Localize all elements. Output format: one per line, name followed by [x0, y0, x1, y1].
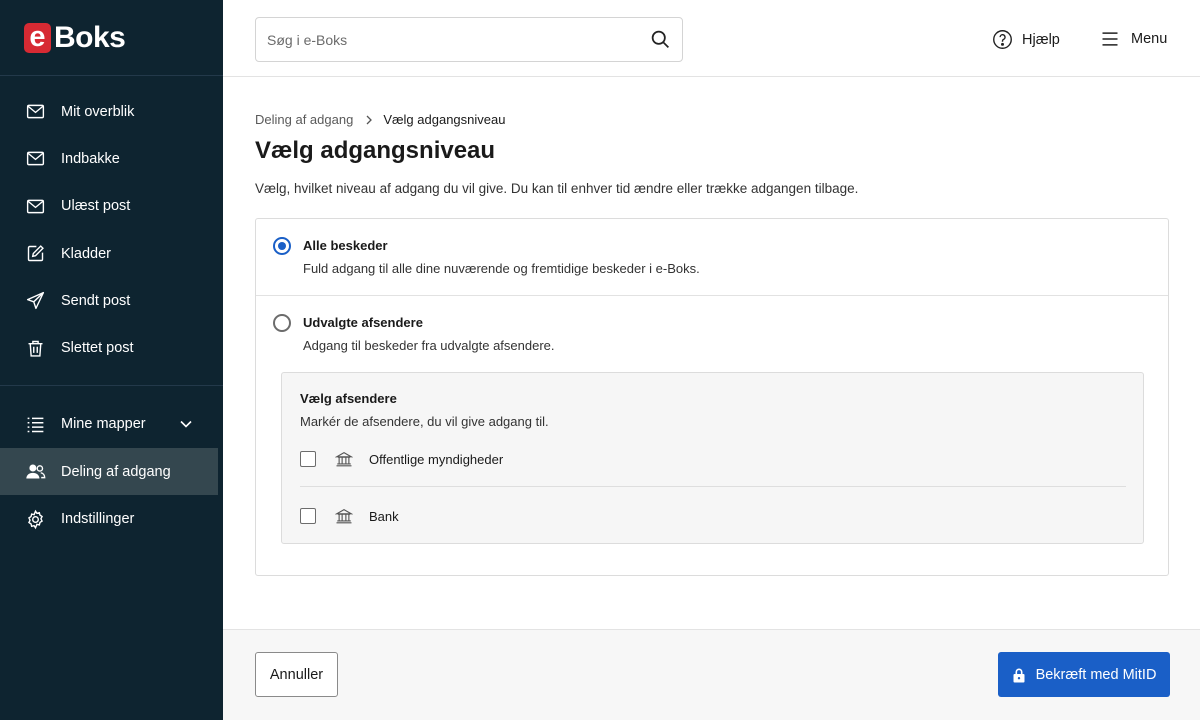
radio-alle-beskeder[interactable]	[273, 237, 291, 255]
users-icon	[24, 461, 46, 483]
help-icon	[993, 30, 1012, 49]
sidebar-item-slettet-post[interactable]: Slettet post	[0, 324, 223, 371]
option-description: Fuld adgang til alle dine nuværende og f…	[303, 261, 700, 276]
sidebar-item-label: Sendt post	[61, 292, 131, 309]
search-input[interactable]	[256, 18, 636, 61]
action-bar: Annuller Bekræft med MitID	[223, 629, 1200, 720]
sidebar-item-indbakke[interactable]: Indbakke	[0, 135, 223, 182]
sidebar-item-label: Kladder	[61, 245, 111, 262]
envelope-icon	[24, 195, 46, 217]
sidebar-item-ulaest-post[interactable]: Ulæst post	[0, 183, 223, 230]
confirm-mitid-button[interactable]: Bekræft med MitID	[998, 652, 1170, 697]
bank-icon	[335, 508, 353, 524]
list-icon	[24, 413, 46, 435]
eboks-logo[interactable]: e Boks	[0, 0, 223, 76]
sidebar: e Boks Mit overblik Indbakke Ulæst post	[0, 0, 223, 720]
sender-row-bank[interactable]: Bank	[300, 496, 1126, 536]
logo-text: Boks	[54, 20, 126, 54]
breadcrumb: Deling af adgang Vælg adgangsniveau	[255, 112, 505, 127]
breadcrumb-link-deling-af-adgang[interactable]: Deling af adgang	[255, 112, 353, 127]
sidebar-item-mine-mapper[interactable]: Mine mapper	[0, 401, 223, 448]
menu-label: Menu	[1131, 31, 1168, 47]
confirm-label: Bekræft med MitID	[1035, 666, 1157, 683]
search-box	[255, 17, 683, 62]
sender-label: Offentlige myndigheder	[369, 452, 504, 467]
sidebar-item-label: Mine mapper	[61, 416, 146, 433]
sidebar-item-mit-overblik[interactable]: Mit overblik	[0, 88, 223, 135]
edit-icon	[24, 243, 46, 265]
chevron-down-icon[interactable]	[179, 417, 193, 431]
trash-icon	[24, 337, 46, 359]
sidebar-item-deling-af-adgang[interactable]: Deling af adgang	[0, 448, 218, 496]
sidebar-item-label: Ulæst post	[61, 198, 131, 215]
cancel-button[interactable]: Annuller	[255, 652, 338, 697]
sidebar-item-sendt-post[interactable]: Sendt post	[0, 277, 223, 324]
option-description: Adgang til beskeder fra udvalgte afsende…	[303, 338, 555, 353]
sidebar-item-label: Indbakke	[61, 150, 120, 167]
help-label: Hjælp	[1022, 31, 1060, 48]
sender-panel-description: Markér de afsendere, du vil give adgang …	[300, 414, 549, 429]
option-title: Udvalgte afsendere	[303, 315, 423, 330]
help-button[interactable]: Hjælp	[992, 29, 1060, 50]
page-description: Vælg, hvilket niveau af adgang du vil gi…	[255, 181, 859, 196]
logo-mark: e	[24, 22, 51, 53]
chevron-right-icon	[366, 115, 373, 124]
send-icon	[24, 290, 46, 312]
hamburger-icon	[1102, 32, 1118, 46]
option-title: Alle beskeder	[303, 238, 388, 253]
envelope-icon	[24, 148, 46, 170]
option-alle-beskeder[interactable]: Alle beskeder Fuld adgang til alle dine …	[256, 219, 1168, 296]
lock-icon	[1013, 668, 1025, 682]
sidebar-item-label: Mit overblik	[61, 103, 135, 120]
sender-selection-panel: Vælg afsendere Markér de afsendere, du v…	[281, 372, 1144, 544]
sidebar-item-label: Indstillinger	[61, 511, 135, 528]
sender-row-offentlige-myndigheder[interactable]: Offentlige myndigheder	[300, 439, 1126, 487]
option-udvalgte-afsendere[interactable]: Udvalgte afsendere Adgang til beskeder f…	[256, 296, 1168, 376]
primary-nav: Mit overblik Indbakke Ulæst post Kladder…	[0, 76, 223, 372]
sidebar-item-kladder[interactable]: Kladder	[0, 230, 223, 277]
checkbox-offentlige-myndigheder[interactable]	[300, 451, 316, 467]
page-title: Vælg adgangsniveau	[255, 137, 496, 164]
sidebar-item-label: Slettet post	[61, 340, 134, 357]
menu-button[interactable]: Menu	[1100, 29, 1167, 49]
top-bar: Hjælp Menu	[223, 0, 1200, 77]
access-level-card: Alle beskeder Fuld adgang til alle dine …	[255, 218, 1169, 576]
search-icon[interactable]	[650, 29, 671, 50]
main-content: Deling af adgang Vælg adgangsniveau Vælg…	[223, 77, 1200, 629]
sender-panel-title: Vælg afsendere	[300, 391, 397, 406]
gear-icon	[24, 508, 46, 530]
envelope-icon	[24, 101, 46, 123]
sidebar-item-indstillinger[interactable]: Indstillinger	[0, 495, 223, 542]
sender-label: Bank	[369, 509, 399, 524]
bank-icon	[335, 451, 353, 467]
secondary-nav: Mine mapper Deling af adgang Indstilling…	[0, 384, 223, 543]
radio-udvalgte-afsendere[interactable]	[273, 314, 291, 332]
breadcrumb-current: Vælg adgangsniveau	[383, 112, 506, 127]
checkbox-bank[interactable]	[300, 508, 316, 524]
sidebar-item-label: Deling af adgang	[61, 463, 171, 480]
